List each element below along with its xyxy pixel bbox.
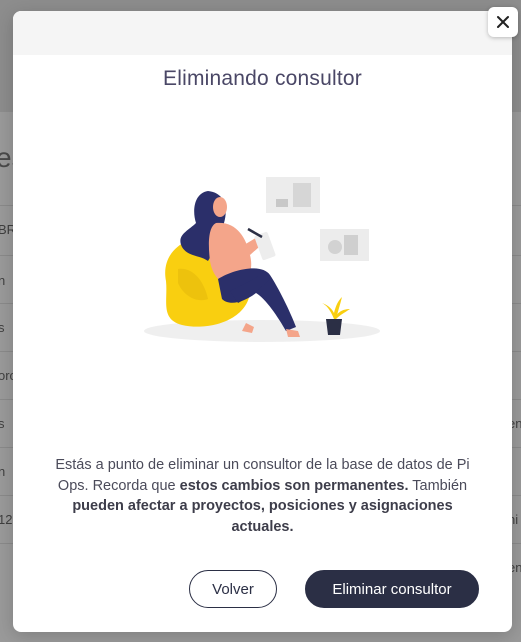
delete-consultant-modal: Eliminando consultor Estás a punto de el…	[13, 11, 512, 632]
modal-title: Eliminando consultor	[163, 67, 362, 90]
background-cell: s	[0, 416, 5, 431]
background-cell: 12	[0, 512, 13, 527]
message-text: También	[408, 477, 468, 494]
message-emphasis: estos cambios son permanentes.	[179, 477, 409, 494]
woman-reading-illustration	[144, 177, 380, 342]
background-cell: n	[0, 464, 6, 479]
delete-consultant-button[interactable]: Eliminar consultor	[305, 570, 479, 608]
message-emphasis: pueden afectar a proyectos, posiciones y…	[72, 498, 453, 535]
modal-header	[13, 11, 512, 55]
close-icon	[497, 16, 509, 28]
back-button[interactable]: Volver	[189, 570, 277, 608]
close-button[interactable]	[488, 7, 518, 37]
background-cell: s	[0, 320, 5, 335]
warning-message: Estás a punto de eliminar un consultor d…	[43, 455, 482, 537]
background-cell: n	[0, 273, 6, 288]
